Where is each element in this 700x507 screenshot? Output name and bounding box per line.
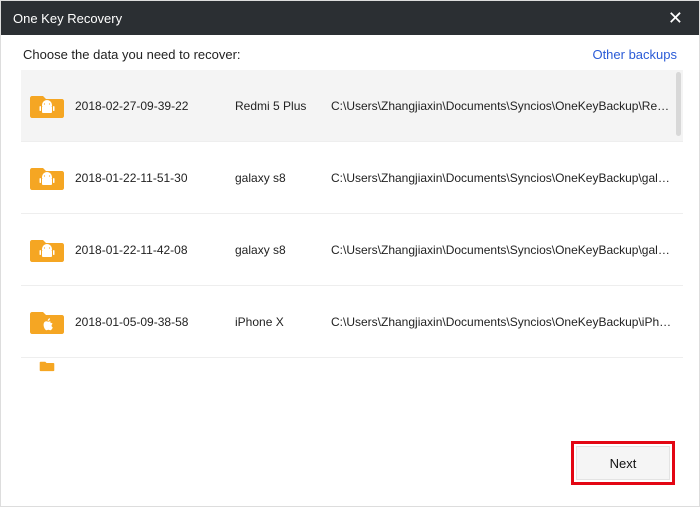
backup-path: C:\Users\Zhangjiaxin\Documents\Syncios\O… [331, 171, 675, 185]
backup-row[interactable]: 2018-02-27-09-39-22 Redmi 5 Plus C:\User… [21, 70, 683, 142]
backup-list: 2018-02-27-09-39-22 Redmi 5 Plus C:\User… [21, 70, 683, 420]
backup-device: galaxy s8 [235, 171, 321, 185]
subheader: Choose the data you need to recover: Oth… [1, 35, 699, 70]
scrollbar-thumb[interactable] [676, 72, 681, 136]
footer: Next [1, 420, 699, 506]
backup-date: 2018-01-22-11-51-30 [75, 171, 225, 185]
window: One Key Recovery ✕ Choose the data you n… [0, 0, 700, 507]
backup-date: 2018-01-05-09-38-58 [75, 315, 225, 329]
backup-device: galaxy s8 [235, 243, 321, 257]
backup-date: 2018-01-22-11-42-08 [75, 243, 225, 257]
folder-apple-icon [29, 308, 65, 336]
titlebar: One Key Recovery ✕ [1, 1, 699, 35]
folder-android-icon [29, 164, 65, 192]
close-icon[interactable]: ✕ [664, 9, 687, 27]
next-button-highlight: Next [571, 441, 675, 485]
backup-row[interactable]: 2018-01-05-09-38-58 iPhone X C:\Users\Zh… [21, 286, 683, 358]
window-title: One Key Recovery [13, 11, 122, 26]
folder-icon [29, 360, 65, 372]
backup-device: iPhone X [235, 315, 321, 329]
folder-android-icon [29, 92, 65, 120]
backup-path: C:\Users\Zhangjiaxin\Documents\Syncios\O… [331, 99, 675, 113]
folder-android-icon [29, 236, 65, 264]
backup-path: C:\Users\Zhangjiaxin\Documents\Syncios\O… [331, 315, 675, 329]
backup-row[interactable]: 2018-01-22-11-42-08 galaxy s8 C:\Users\Z… [21, 214, 683, 286]
backup-row-partial[interactable] [21, 358, 683, 374]
other-backups-link[interactable]: Other backups [592, 47, 677, 62]
next-button[interactable]: Next [576, 446, 670, 480]
backup-row[interactable]: 2018-01-22-11-51-30 galaxy s8 C:\Users\Z… [21, 142, 683, 214]
backup-device: Redmi 5 Plus [235, 99, 321, 113]
backup-date: 2018-02-27-09-39-22 [75, 99, 225, 113]
prompt-text: Choose the data you need to recover: [23, 47, 241, 62]
backup-list-container: 2018-02-27-09-39-22 Redmi 5 Plus C:\User… [21, 70, 683, 420]
backup-path: C:\Users\Zhangjiaxin\Documents\Syncios\O… [331, 243, 675, 257]
